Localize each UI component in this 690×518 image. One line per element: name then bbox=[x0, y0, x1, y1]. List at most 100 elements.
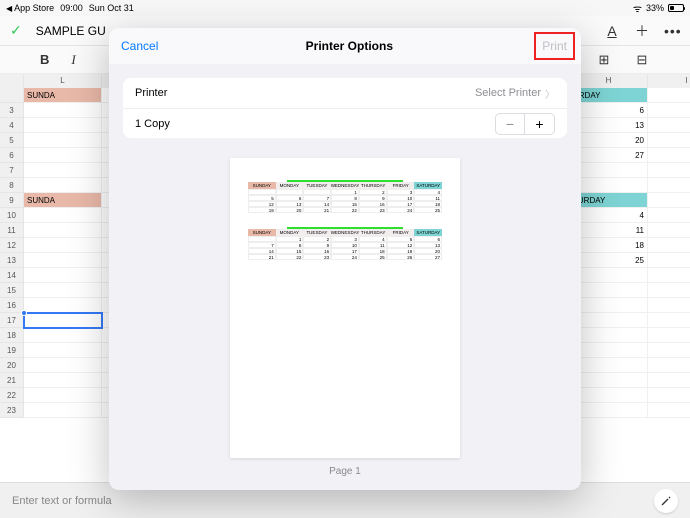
row-header[interactable]: 11 bbox=[0, 223, 24, 238]
cell[interactable] bbox=[648, 373, 690, 388]
row-header[interactable] bbox=[0, 88, 24, 103]
cell[interactable]: SUNDA bbox=[24, 88, 102, 103]
cell[interactable]: 13 bbox=[570, 118, 648, 133]
cell[interactable] bbox=[24, 358, 102, 373]
column-header[interactable]: I bbox=[648, 74, 690, 88]
row-header[interactable]: 20 bbox=[0, 358, 24, 373]
row-header[interactable]: 6 bbox=[0, 148, 24, 163]
cell[interactable] bbox=[570, 313, 648, 328]
row-header[interactable]: 15 bbox=[0, 283, 24, 298]
cell[interactable]: URDAY bbox=[570, 88, 648, 103]
cell[interactable] bbox=[24, 283, 102, 298]
row-header[interactable]: 9 bbox=[0, 193, 24, 208]
row-header[interactable]: 7 bbox=[0, 163, 24, 178]
cell[interactable] bbox=[24, 178, 102, 193]
row-header[interactable]: 14 bbox=[0, 268, 24, 283]
cell[interactable] bbox=[648, 133, 690, 148]
cell[interactable] bbox=[648, 328, 690, 343]
row-header[interactable]: 17 bbox=[0, 313, 24, 328]
cell[interactable] bbox=[24, 328, 102, 343]
insert-row-icon[interactable]: ⊟ bbox=[634, 52, 650, 68]
cell[interactable]: SUNDA bbox=[24, 193, 102, 208]
row-header[interactable]: 4 bbox=[0, 118, 24, 133]
edit-pencil-icon[interactable] bbox=[654, 489, 678, 513]
cancel-button[interactable]: Cancel bbox=[121, 39, 158, 53]
cell[interactable] bbox=[570, 178, 648, 193]
cell[interactable] bbox=[570, 328, 648, 343]
cell[interactable] bbox=[648, 163, 690, 178]
row-header[interactable]: 23 bbox=[0, 403, 24, 418]
font-style-icon[interactable]: A bbox=[604, 23, 620, 39]
cell[interactable] bbox=[648, 178, 690, 193]
cell[interactable] bbox=[648, 193, 690, 208]
printer-row[interactable]: Printer Select Printer 〉 bbox=[123, 78, 567, 108]
column-header[interactable]: L bbox=[24, 74, 102, 88]
row-header[interactable]: 10 bbox=[0, 208, 24, 223]
cell[interactable] bbox=[648, 148, 690, 163]
cell[interactable] bbox=[648, 208, 690, 223]
cell[interactable] bbox=[570, 283, 648, 298]
cell[interactable] bbox=[648, 343, 690, 358]
cell[interactable] bbox=[24, 253, 102, 268]
cell[interactable] bbox=[24, 313, 102, 328]
cell[interactable] bbox=[24, 373, 102, 388]
print-preview[interactable]: SUNDAYMONDAYTUESDAYWEDNESDAYTHURSDAYFRID… bbox=[109, 152, 581, 490]
done-check-icon[interactable]: ✓ bbox=[10, 22, 22, 39]
more-icon[interactable]: ••• bbox=[664, 23, 680, 39]
increment-button[interactable]: + bbox=[525, 113, 555, 135]
cell[interactable] bbox=[648, 238, 690, 253]
cell[interactable] bbox=[24, 343, 102, 358]
cell[interactable] bbox=[24, 223, 102, 238]
cell[interactable] bbox=[570, 358, 648, 373]
cell[interactable] bbox=[648, 403, 690, 418]
cell[interactable] bbox=[24, 103, 102, 118]
back-to-app[interactable]: ◀App Store bbox=[6, 3, 54, 13]
cell[interactable] bbox=[570, 373, 648, 388]
cell[interactable] bbox=[648, 283, 690, 298]
cell[interactable] bbox=[24, 208, 102, 223]
preview-page[interactable]: SUNDAYMONDAYTUESDAYWEDNESDAYTHURSDAYFRID… bbox=[230, 158, 460, 458]
document-title[interactable]: SAMPLE GU bbox=[36, 24, 106, 38]
cell[interactable]: 6 bbox=[570, 103, 648, 118]
row-header[interactable]: 19 bbox=[0, 343, 24, 358]
add-icon[interactable]: ＋ bbox=[634, 21, 650, 41]
cell[interactable] bbox=[570, 298, 648, 313]
cell[interactable] bbox=[570, 388, 648, 403]
decrement-button[interactable]: − bbox=[495, 113, 525, 135]
cell[interactable] bbox=[24, 148, 102, 163]
italic-button[interactable]: I bbox=[71, 52, 75, 68]
cell[interactable] bbox=[648, 223, 690, 238]
row-header[interactable]: 21 bbox=[0, 373, 24, 388]
print-button[interactable]: Print bbox=[542, 39, 567, 53]
cell[interactable] bbox=[24, 298, 102, 313]
cell[interactable]: TURDAY bbox=[570, 193, 648, 208]
column-header[interactable]: H bbox=[570, 74, 648, 88]
cell[interactable] bbox=[24, 163, 102, 178]
row-header[interactable]: 3 bbox=[0, 103, 24, 118]
cell[interactable]: 4 bbox=[570, 208, 648, 223]
cell[interactable]: 27 bbox=[570, 148, 648, 163]
cell[interactable]: 25 bbox=[570, 253, 648, 268]
cell[interactable] bbox=[24, 388, 102, 403]
cell[interactable] bbox=[24, 403, 102, 418]
cell[interactable] bbox=[24, 268, 102, 283]
insert-column-icon[interactable]: ⊞ bbox=[596, 52, 612, 68]
cell[interactable] bbox=[648, 313, 690, 328]
column-header[interactable] bbox=[0, 74, 24, 88]
cell[interactable] bbox=[648, 103, 690, 118]
cell[interactable] bbox=[24, 118, 102, 133]
row-header[interactable]: 22 bbox=[0, 388, 24, 403]
row-header[interactable]: 5 bbox=[0, 133, 24, 148]
row-header[interactable]: 13 bbox=[0, 253, 24, 268]
row-header[interactable]: 18 bbox=[0, 328, 24, 343]
cell[interactable] bbox=[570, 343, 648, 358]
cell[interactable]: 18 bbox=[570, 238, 648, 253]
cell[interactable] bbox=[570, 268, 648, 283]
cell[interactable] bbox=[648, 253, 690, 268]
cell[interactable] bbox=[648, 388, 690, 403]
cell[interactable] bbox=[24, 238, 102, 253]
bold-button[interactable]: B bbox=[40, 52, 49, 67]
cell[interactable] bbox=[570, 163, 648, 178]
cell[interactable]: 11 bbox=[570, 223, 648, 238]
cell[interactable] bbox=[570, 403, 648, 418]
